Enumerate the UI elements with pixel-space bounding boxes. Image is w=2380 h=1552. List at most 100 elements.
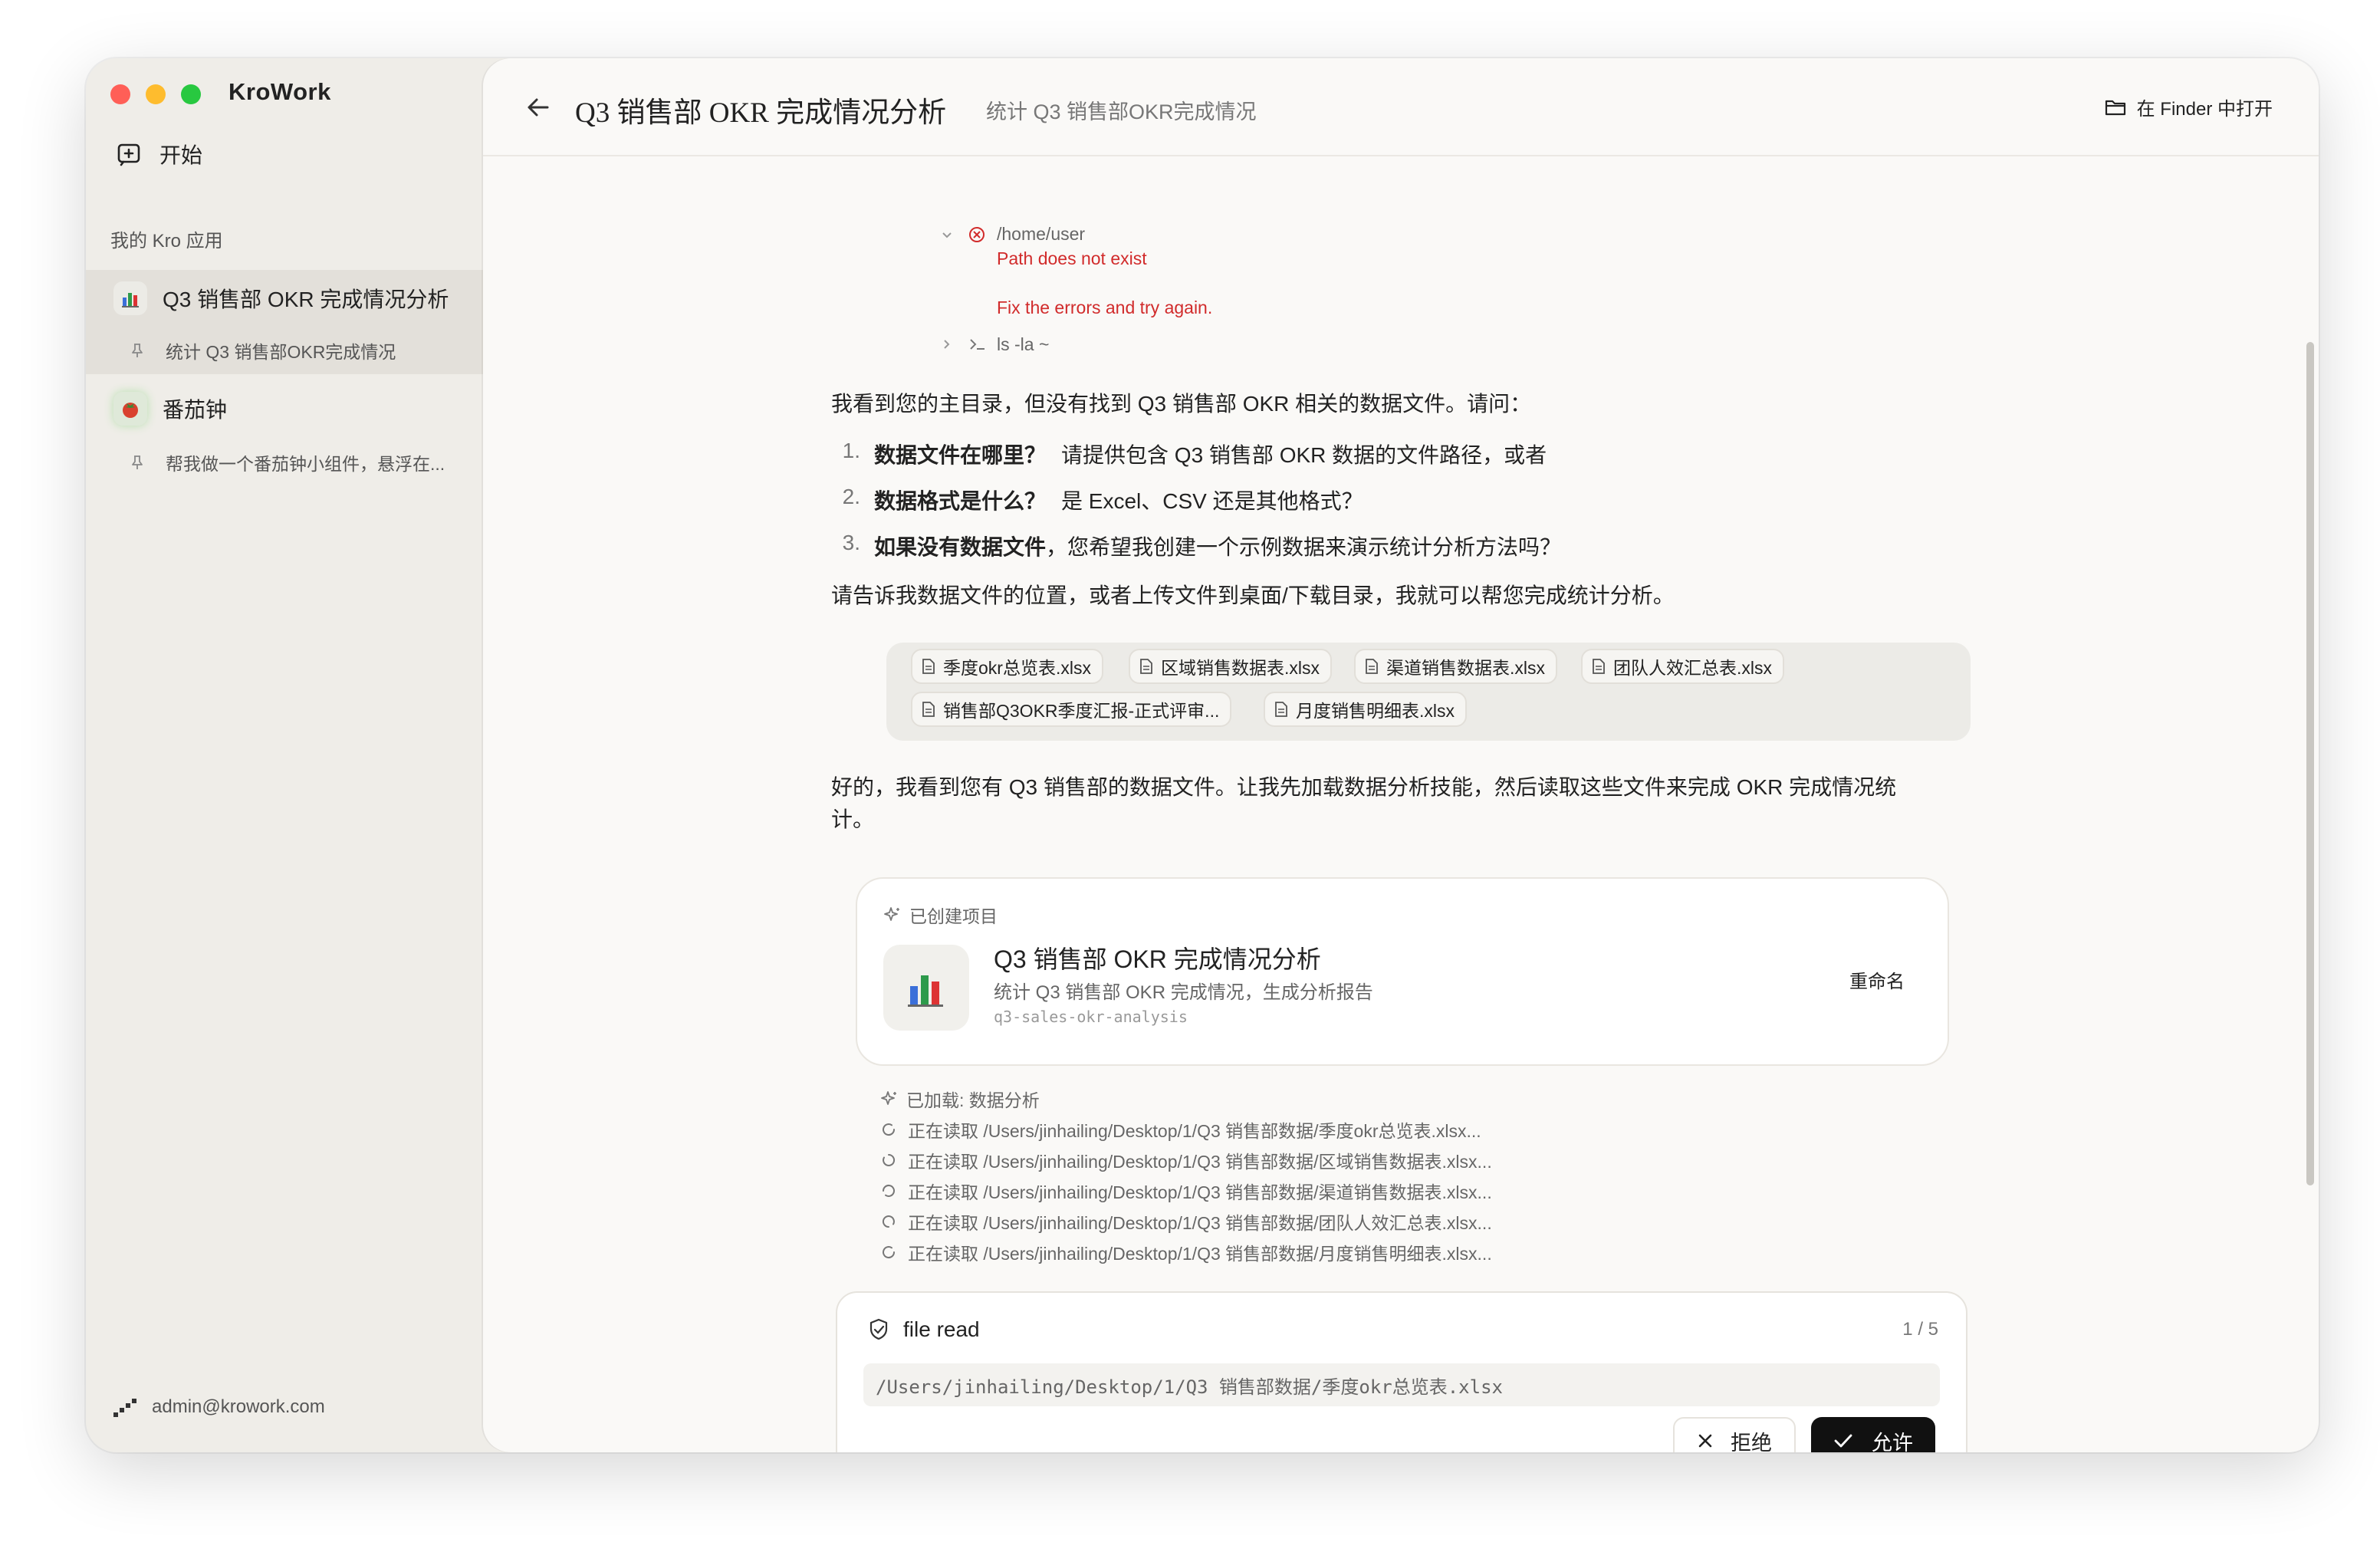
question-bold: 数据文件在哪里？ (874, 443, 1047, 467)
loading-spinner-icon (883, 1153, 896, 1166)
shield-check-icon (869, 1318, 888, 1340)
deny-button[interactable]: 拒绝 (1673, 1417, 1796, 1452)
pin-icon (132, 455, 143, 469)
file-icon (922, 659, 935, 674)
terminal-icon (970, 339, 985, 350)
start-label: 开始 (159, 143, 203, 167)
sidebar-item-label: 番茄钟 (163, 398, 228, 422)
file-chip[interactable]: 销售部Q3OKR季度汇报-正式评审... (911, 692, 1232, 727)
file-icon (1366, 659, 1378, 674)
main-panel: Q3 销售部 OKR 完成情况分析 统计 Q3 销售部OKR完成情况 在 Fin… (483, 58, 2319, 1452)
permission-title-text: file read (903, 1317, 980, 1341)
question-number: 3. (842, 531, 860, 554)
read-progress-item: 正在读取 /Users/jinhailing/Desktop/1/Q3 销售部数… (880, 1147, 1492, 1173)
minimize-window-button[interactable] (146, 84, 166, 104)
deny-label: 拒绝 (1731, 1431, 1772, 1453)
question-number: 1. (842, 439, 860, 462)
check-icon (1834, 1434, 1852, 1448)
project-card-label-text: 已创建项目 (909, 906, 998, 926)
sidebar-item-pomodoro[interactable]: 番茄钟 (86, 380, 483, 437)
app-name: KroWork (228, 78, 331, 105)
question-text: ，您希望我创建一个示例数据来演示统计分析方法吗？ (1046, 535, 1562, 559)
permission-request: file read 1 / 5 /Users/jinhailing/Deskto… (836, 1291, 1967, 1452)
question-number: 2. (842, 485, 860, 508)
read-progress-text: 正在读取 /Users/jinhailing/Desktop/1/Q3 销售部数… (908, 1182, 1492, 1202)
close-window-button[interactable] (110, 84, 130, 104)
user-email: admin@krowork.com (152, 1396, 325, 1417)
close-icon (1698, 1434, 1712, 1448)
sparkle-icon (881, 1091, 896, 1105)
file-chip[interactable]: 月度销售明细表.xlsx (1264, 692, 1467, 727)
file-chip-label: 季度okr总览表.xlsx (943, 658, 1091, 678)
sidebar: KroWork 开始 我的 Kro 应用 Q3 销售部 OKR 完成情况分析 统… (86, 58, 483, 1452)
pin-icon (132, 344, 143, 357)
user-status-icon (113, 1399, 136, 1417)
read-progress-text: 正在读取 /Users/jinhailing/Desktop/1/Q3 销售部数… (908, 1244, 1492, 1264)
new-chat-icon (117, 143, 140, 166)
permission-path: /Users/jinhailing/Desktop/1/Q3 销售部数据/季度o… (863, 1363, 1940, 1406)
file-chip[interactable]: 季度okr总览表.xlsx (911, 649, 1103, 684)
allow-label: 允许 (1872, 1431, 1913, 1453)
assistant-reply-line: 计。 (831, 807, 875, 831)
chevron-down-icon[interactable] (940, 229, 954, 242)
chat-content: /home/user Path does not exist Fix the e… (483, 158, 2319, 1452)
file-chip[interactable]: 渠道销售数据表.xlsx (1354, 649, 1557, 684)
file-chip-label: 区域销售数据表.xlsx (1161, 658, 1320, 678)
section-title-my-apps: 我的 Kro 应用 (110, 231, 223, 252)
sidebar-subitem-q3-okr[interactable]: 统计 Q3 销售部OKR完成情况 (86, 327, 483, 374)
file-chip-label: 月度销售明细表.xlsx (1296, 701, 1455, 721)
page-subtitle: 统计 Q3 销售部OKR完成情况 (986, 100, 1257, 123)
error-circle-icon (969, 227, 985, 242)
loading-spinner-icon (883, 1246, 896, 1259)
read-progress-item: 正在读取 /Users/jinhailing/Desktop/1/Q3 销售部数… (880, 1178, 1492, 1204)
sidebar-subitem-pomodoro[interactable]: 帮我做一个番茄钟小组件，悬浮在... (86, 439, 483, 486)
permission-counter: 1 / 5 (1902, 1319, 1938, 1340)
file-chip-label: 渠道销售数据表.xlsx (1386, 658, 1545, 678)
question-item: 3. 如果没有数据文件 ，您希望我创建一个示例数据来演示统计分析方法吗？ (831, 531, 1561, 561)
file-icon (1140, 659, 1152, 674)
question-item: 1. 数据文件在哪里？ 请提供包含 Q3 销售部 OKR 数据的文件路径，或者 (831, 439, 1547, 469)
read-progress-item: 正在读取 /Users/jinhailing/Desktop/1/Q3 销售部数… (880, 1208, 1492, 1235)
loading-spinner-icon (883, 1123, 896, 1136)
zoom-window-button[interactable] (181, 84, 201, 104)
skill-loaded: 已加载: 数据分析 (880, 1086, 1040, 1112)
user-account[interactable]: admin@krowork.com (112, 1396, 325, 1419)
file-chip[interactable]: 团队人效汇总表.xlsx (1581, 649, 1784, 684)
allow-button[interactable]: 允许 (1811, 1417, 1935, 1452)
traffic-lights (110, 84, 201, 104)
loading-spinner-icon (882, 1184, 895, 1197)
tomato-icon (113, 392, 147, 426)
open-in-finder-button[interactable]: 在 Finder 中打开 (2105, 94, 2273, 120)
project-description: 统计 Q3 销售部 OKR 完成情况，生成分析报告 (994, 982, 1373, 1003)
chevron-right-icon[interactable] (940, 337, 954, 351)
open-in-finder-label: 在 Finder 中打开 (2136, 99, 2273, 120)
attached-files: 季度okr总览表.xlsx 区域销售数据表.xlsx 渠道销售数据表.xlsx … (886, 643, 1971, 741)
log-fix-message: Fix the errors and try again. (997, 298, 1213, 317)
header: Q3 销售部 OKR 完成情况分析 统计 Q3 销售部OKR完成情况 在 Fin… (483, 58, 2319, 156)
question-text: 是 Excel、CSV 还是其他格式？ (1061, 489, 1363, 513)
rename-button[interactable]: 重命名 (1849, 966, 1905, 993)
assistant-outro: 请告诉我数据文件的位置，或者上传文件到桌面/下载目录，我就可以帮您完成统计分析。 (831, 584, 1675, 607)
scrollbar[interactable] (2306, 342, 2314, 1185)
file-chip-label: 销售部Q3OKR季度汇报-正式评审... (943, 701, 1220, 721)
start-button[interactable]: 开始 (117, 133, 202, 175)
permission-title: file read (868, 1317, 980, 1342)
file-chip[interactable]: 区域销售数据表.xlsx (1129, 649, 1332, 684)
read-progress-text: 正在读取 /Users/jinhailing/Desktop/1/Q3 销售部数… (908, 1152, 1492, 1172)
read-progress-text: 正在读取 /Users/jinhailing/Desktop/1/Q3 销售部数… (908, 1213, 1492, 1233)
question-bold: 如果没有数据文件 (874, 535, 1047, 559)
log-command: ls -la ~ (997, 334, 1050, 354)
log-error: Path does not exist (997, 248, 1147, 268)
read-progress-item: 正在读取 /Users/jinhailing/Desktop/1/Q3 销售部数… (880, 1239, 1492, 1265)
back-arrow-icon[interactable] (521, 90, 555, 124)
project-card-label: 已创建项目 (883, 902, 998, 928)
question-item: 2. 数据格式是什么？ 是 Excel、CSV 还是其他格式？ (831, 485, 1363, 515)
bar-chart-icon (883, 945, 969, 1031)
sidebar-item-label: Q3 销售部 OKR 完成情况分析 (163, 288, 449, 311)
skill-loaded-text: 已加载: 数据分析 (906, 1090, 1040, 1110)
sidebar-subitem-label: 统计 Q3 销售部OKR完成情况 (166, 342, 396, 362)
file-icon (922, 702, 935, 717)
folder-icon (2105, 100, 2125, 115)
read-progress-text: 正在读取 /Users/jinhailing/Desktop/1/Q3 销售部数… (908, 1121, 1481, 1141)
sidebar-item-q3-okr[interactable]: Q3 销售部 OKR 完成情况分析 (86, 270, 483, 327)
